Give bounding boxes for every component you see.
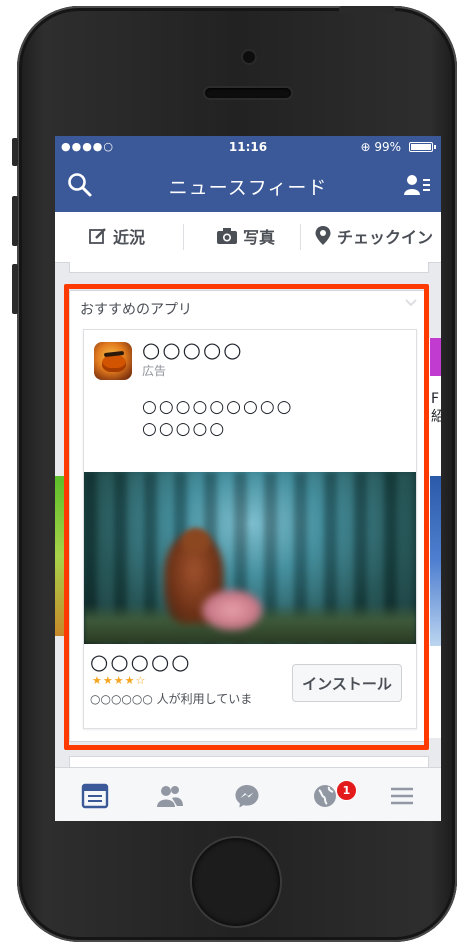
composer-bar: 近況 写真 チェックイン [55, 212, 441, 263]
volume-down-button [12, 264, 18, 314]
nav-bar: ニュースフィード [55, 158, 441, 212]
power-button [339, 6, 395, 14]
edit-icon [89, 228, 106, 244]
orientation-lock-icon: ⊕ [360, 140, 371, 154]
notifications-globe-icon[interactable] [311, 782, 339, 810]
volume-up-button [12, 196, 18, 246]
status-button[interactable]: 近況 [89, 224, 145, 248]
front-camera [243, 51, 255, 63]
messenger-tab-icon[interactable] [233, 782, 261, 810]
battery-fill [411, 144, 431, 150]
page-title: ニュースフィード [168, 177, 328, 199]
photo-label: 写真 [243, 228, 276, 247]
earpiece-speaker [205, 88, 291, 98]
mute-switch [12, 138, 18, 166]
checkin-label: チェックイン [337, 228, 434, 247]
next-card-image [430, 476, 441, 646]
tab-bar: 1 [55, 767, 441, 821]
next-card-text: F 紹 [431, 390, 441, 426]
highlight-box [64, 284, 429, 750]
next-card-icon [430, 338, 441, 376]
menu-tab-icon[interactable] [388, 782, 416, 810]
battery-icon [409, 142, 436, 152]
next-card-text-line: 紹 [431, 409, 441, 425]
composer-divider [300, 224, 301, 250]
friends-tab-icon[interactable] [156, 782, 184, 810]
location-pin-icon [315, 226, 331, 245]
camera-icon [217, 228, 237, 244]
status-label: 近況 [113, 228, 146, 247]
notification-badge: 1 [336, 780, 357, 801]
checkin-button[interactable]: チェックイン [315, 224, 433, 248]
friend-requests-icon[interactable] [403, 173, 431, 197]
home-button[interactable] [192, 838, 280, 926]
next-card-text-line: F [431, 391, 440, 407]
composer-divider [183, 224, 184, 250]
battery-percent: ⊕ 99% [360, 140, 401, 154]
news-feed-tab-icon[interactable] [81, 782, 109, 810]
next-card-peek[interactable]: F 紹 [428, 338, 441, 738]
status-bar: ●●●●○ 11:16 ⊕ 99% [55, 136, 441, 158]
photo-button[interactable]: 写真 [217, 224, 275, 248]
feed-story-remnant [69, 262, 429, 273]
